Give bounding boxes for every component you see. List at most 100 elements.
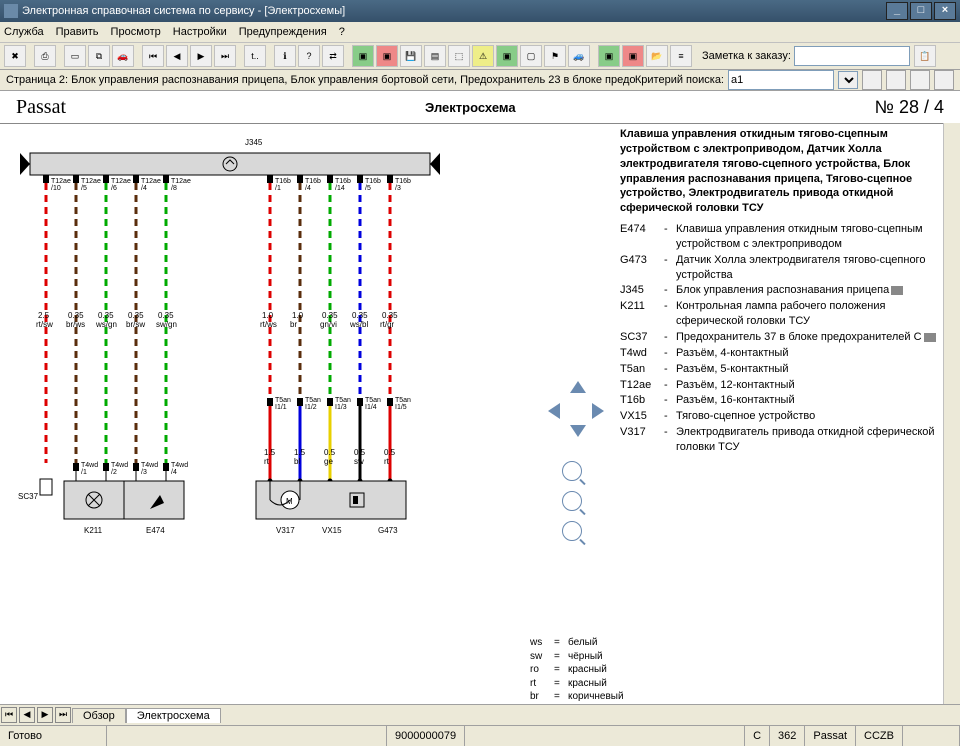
tool-open-icon[interactable]: 📂	[646, 45, 668, 67]
tool-warn-icon[interactable]: ⚠	[472, 45, 494, 67]
svg-text:0.35: 0.35	[322, 311, 338, 320]
pan-down-icon[interactable]	[570, 425, 586, 437]
zoom-out-icon[interactable]	[562, 521, 582, 541]
svg-text:T4wd: T4wd	[111, 462, 128, 469]
scrollbar-vertical[interactable]	[943, 123, 960, 704]
svg-text:1.5: 1.5	[294, 448, 306, 457]
zoom-fit-icon[interactable]	[562, 491, 582, 511]
svg-text:T5an: T5an	[275, 397, 291, 404]
tool-info-icon[interactable]: ℹ	[274, 45, 296, 67]
svg-text:I1/1: I1/1	[275, 404, 287, 411]
menu-edit[interactable]: Править	[56, 26, 99, 38]
document-area: Passat Электросхема № 28 / 4 J345T12ae/1…	[0, 91, 960, 704]
svg-text:/14: /14	[335, 185, 345, 192]
tool-copy-icon[interactable]: ⧉	[88, 45, 110, 67]
tool-box-icon[interactable]: ▢	[520, 45, 542, 67]
tool-doc-icon[interactable]: ▭	[64, 45, 86, 67]
pan-control	[548, 381, 604, 437]
svg-text:sw: sw	[354, 457, 364, 466]
svg-text:1.0: 1.0	[262, 311, 274, 320]
svg-text:T12ae: T12ae	[141, 178, 161, 185]
menu-view[interactable]: Просмотр	[111, 26, 161, 38]
legend-row: T4wd-Разъём, 4-контактный	[620, 346, 936, 361]
tool-red1-icon[interactable]: ▣	[376, 45, 398, 67]
menu-settings[interactable]: Настройки	[173, 26, 227, 38]
tool-print-icon[interactable]: ⎙	[34, 45, 56, 67]
minimize-button[interactable]: _	[886, 2, 908, 20]
svg-text:gn/vi: gn/vi	[320, 320, 337, 329]
search-down-icon[interactable]	[934, 70, 954, 90]
svg-text:E474: E474	[146, 526, 165, 535]
menu-service[interactable]: Служба	[4, 26, 44, 38]
tool-swap-icon[interactable]: ⇄	[322, 45, 344, 67]
breadcrumb-bar: Страница 2: Блок управления распознавани…	[0, 70, 960, 91]
order-note-label: Заметка к заказу:	[702, 50, 791, 62]
status-passat: Passat	[805, 726, 856, 746]
maximize-button[interactable]: □	[910, 2, 932, 20]
tab-last-icon[interactable]: ⏭	[55, 707, 71, 723]
tool-green1-icon[interactable]: ▣	[352, 45, 374, 67]
legend-row: T5an-Разъём, 5-контактный	[620, 362, 936, 377]
svg-text:T16b: T16b	[305, 178, 321, 185]
order-note-input[interactable]	[794, 46, 910, 66]
tool-help-icon[interactable]: ?	[298, 45, 320, 67]
tool-prev-icon[interactable]: ◀	[166, 45, 188, 67]
svg-text:T16b: T16b	[395, 178, 411, 185]
tool-flag-icon[interactable]: ⚑	[544, 45, 566, 67]
tool-explode-icon[interactable]: ⬚	[448, 45, 470, 67]
status-number: 9000000079	[387, 726, 465, 746]
tool-save-icon[interactable]: 💾	[400, 45, 422, 67]
tab-next-icon[interactable]: ▶	[37, 707, 53, 723]
menubar: Служба Править Просмотр Настройки Предуп…	[0, 22, 960, 43]
svg-text:T4wd: T4wd	[141, 462, 158, 469]
menu-warnings[interactable]: Предупреждения	[239, 26, 327, 38]
tab-first-icon[interactable]: ⏮	[1, 707, 17, 723]
tool-stop-icon[interactable]: ✖	[4, 45, 26, 67]
tool-r2-icon[interactable]: ▣	[622, 45, 644, 67]
wiring-diagram[interactable]: J345T12ae/10T12ae/5T12ae/6T12ae/4T12ae/8…	[0, 123, 612, 704]
color-key: ws=белыйsw=чёрныйro=красныйrt=красныйbr=…	[530, 636, 624, 704]
svg-text:rt: rt	[384, 457, 390, 466]
search-input[interactable]	[728, 70, 834, 90]
legend-row: J345-Блок управления распознавания прице…	[620, 283, 936, 298]
svg-text:I1/3: I1/3	[335, 404, 347, 411]
zoom-in-icon[interactable]	[562, 461, 582, 481]
close-button[interactable]: ×	[934, 2, 956, 20]
search-history-select[interactable]	[838, 71, 858, 89]
menu-help[interactable]: ?	[339, 26, 345, 38]
component-legend: Клавиша управления откидным тягово-сцепн…	[612, 123, 944, 704]
pan-left-icon[interactable]	[548, 403, 560, 419]
svg-text:T5an: T5an	[335, 397, 351, 404]
tool-calendar-icon[interactable]: 📋	[914, 45, 936, 67]
svg-text:0.35: 0.35	[382, 311, 398, 320]
tool-car2-icon[interactable]: 🚙	[568, 45, 590, 67]
search-go-icon[interactable]	[862, 70, 882, 90]
pan-up-icon[interactable]	[570, 381, 586, 393]
tool-next-icon[interactable]: ▶	[190, 45, 212, 67]
tab-overview[interactable]: Обзор	[72, 708, 126, 723]
svg-text:ws/bl: ws/bl	[349, 320, 368, 329]
tool-car-icon[interactable]: 🚗	[112, 45, 134, 67]
tool-first-icon[interactable]: ⏮	[142, 45, 164, 67]
svg-text:ge: ge	[324, 457, 333, 466]
toolbar: ✖ ⎙ ▭ ⧉ 🚗 ⏮ ◀ ▶ ⏭ t.. ℹ ? ⇄ ▣ ▣ 💾 ▤ ⬚ ⚠ …	[0, 43, 960, 70]
svg-text:/10: /10	[51, 185, 61, 192]
tool-g2-icon[interactable]: ▣	[496, 45, 518, 67]
tool-lines-icon[interactable]: ≡	[670, 45, 692, 67]
tab-schematic[interactable]: Электросхема	[126, 708, 221, 723]
tool-tree-icon[interactable]: t..	[244, 45, 266, 67]
pan-right-icon[interactable]	[592, 403, 604, 419]
svg-text:rt/ws: rt/ws	[260, 320, 277, 329]
tool-last-icon[interactable]: ⏭	[214, 45, 236, 67]
svg-text:I1/2: I1/2	[305, 404, 317, 411]
search-up-icon[interactable]	[910, 70, 930, 90]
camera-icon	[924, 333, 936, 342]
tab-prev-icon[interactable]: ◀	[19, 707, 35, 723]
svg-text:I1/5: I1/5	[395, 404, 407, 411]
status-c: C	[745, 726, 770, 746]
svg-text:0.35: 0.35	[68, 311, 84, 320]
page-number: № 28 / 4	[875, 97, 944, 118]
tool-g3-icon[interactable]: ▣	[598, 45, 620, 67]
search-opt-icon[interactable]	[886, 70, 906, 90]
tool-book-icon[interactable]: ▤	[424, 45, 446, 67]
